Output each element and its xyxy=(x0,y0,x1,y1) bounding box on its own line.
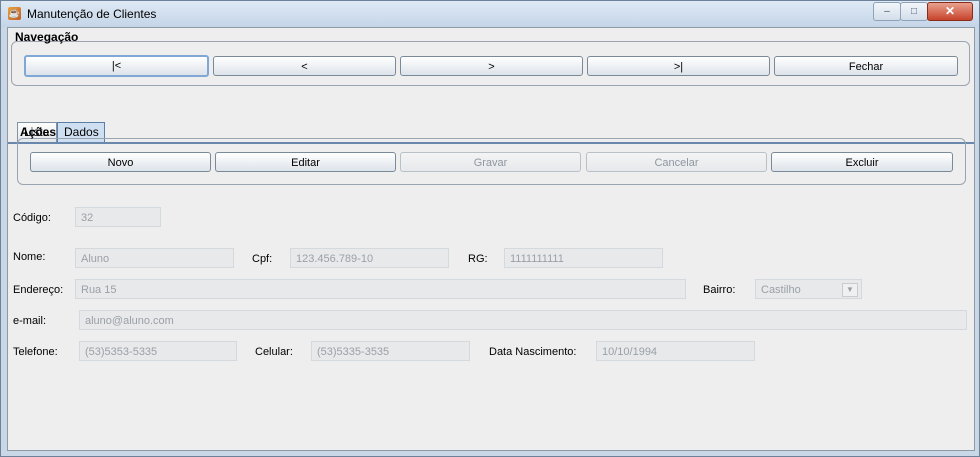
fechar-button[interactable]: Fechar xyxy=(774,56,958,76)
window-controls: – □ ✕ xyxy=(873,2,973,21)
email-label: e-mail: xyxy=(13,315,47,327)
last-record-button[interactable]: >| xyxy=(587,56,770,76)
bairro-label: Bairro: xyxy=(703,284,736,296)
app-window: ☕ Manutenção de Clientes – □ ✕ Navegação… xyxy=(0,0,980,457)
minimize-icon[interactable]: – xyxy=(873,2,901,21)
next-record-button[interactable]: > xyxy=(400,56,583,76)
novo-button[interactable]: Novo xyxy=(30,152,211,172)
nome-field[interactable]: Aluno xyxy=(75,248,234,268)
cpf-label: Cpf: xyxy=(252,253,273,265)
gravar-button[interactable]: Gravar xyxy=(400,152,581,172)
nome-label: Nome: xyxy=(13,251,46,263)
nascimento-label: Data Nascimento: xyxy=(489,346,577,358)
close-icon[interactable]: ✕ xyxy=(927,2,973,21)
first-record-button[interactable]: |< xyxy=(24,55,209,77)
window-title: Manutenção de Clientes xyxy=(27,7,157,21)
endereco-label: Endereço: xyxy=(13,284,64,296)
cpf-field[interactable]: 123.456.789-10 xyxy=(290,248,449,268)
rg-field[interactable]: 1111111111 xyxy=(504,248,663,268)
bairro-select[interactable]: Castilho ▼ xyxy=(755,279,862,299)
java-app-icon: ☕ xyxy=(8,7,21,20)
codigo-field[interactable]: 32 xyxy=(75,207,161,227)
endereco-field[interactable]: Rua 15 xyxy=(75,279,686,299)
acoes-legend: Ações xyxy=(20,125,57,139)
nascimento-field[interactable]: 10/10/1994 xyxy=(596,341,755,361)
rg-label: RG: xyxy=(468,253,488,265)
excluir-button[interactable]: Excluir xyxy=(771,152,953,172)
chevron-down-icon[interactable]: ▼ xyxy=(842,283,858,297)
telefone-field[interactable]: (53)5353-5335 xyxy=(79,341,237,361)
previous-record-button[interactable]: < xyxy=(213,56,396,76)
bairro-selected-value: Castilho xyxy=(761,284,801,296)
maximize-icon[interactable]: □ xyxy=(900,2,928,21)
main-panel: Navegação |< < > >| Fechar Lista Dados A… xyxy=(7,27,975,451)
celular-field[interactable]: (53)5335-3535 xyxy=(311,341,470,361)
editar-button[interactable]: Editar xyxy=(215,152,396,172)
codigo-label: Código: xyxy=(13,212,51,224)
cancelar-button[interactable]: Cancelar xyxy=(586,152,767,172)
email-field[interactable]: aluno@aluno.com xyxy=(79,310,967,330)
title-bar[interactable]: ☕ Manutenção de Clientes – □ ✕ xyxy=(1,1,979,27)
telefone-label: Telefone: xyxy=(13,346,58,358)
celular-label: Celular: xyxy=(255,346,293,358)
navegacao-legend: Navegação xyxy=(15,30,79,44)
